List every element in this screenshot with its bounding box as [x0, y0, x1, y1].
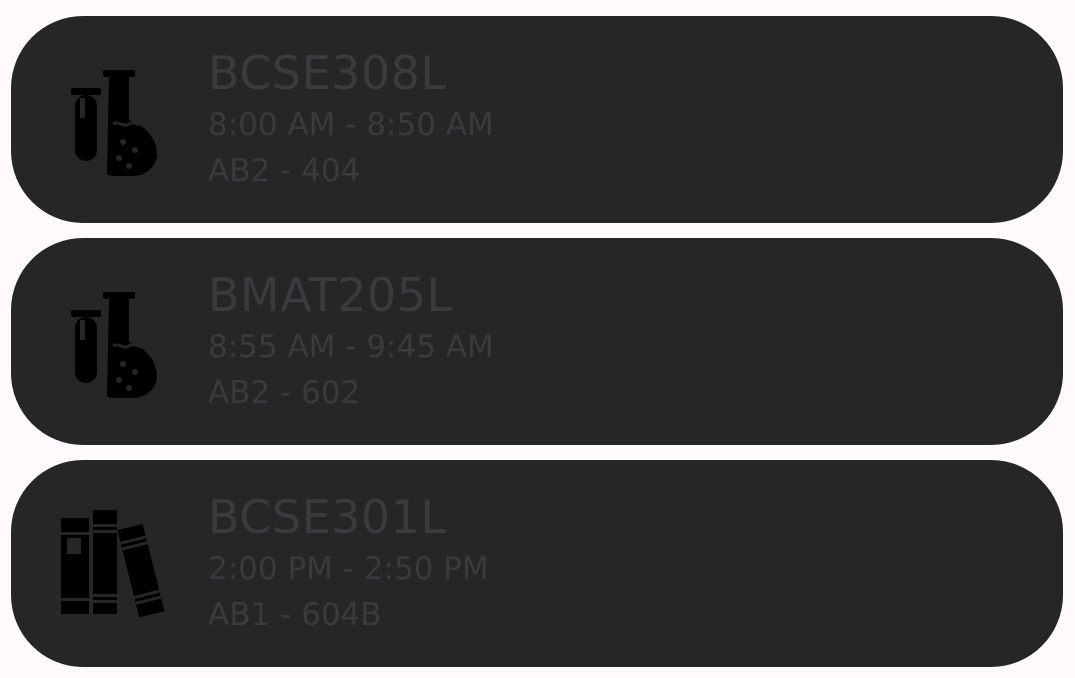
flask-icon: [57, 284, 177, 404]
course-code: BMAT205L: [208, 268, 453, 322]
course-code: BCSE301L: [208, 490, 447, 544]
class-card[interactable]: BCSE301L 2:00 PM - 2:50 PM AB1 - 604B: [11, 460, 1063, 667]
books-icon: [57, 506, 177, 626]
class-venue: AB1 - 604B: [208, 597, 382, 633]
class-venue: AB2 - 404: [208, 153, 361, 189]
course-code: BCSE308L: [208, 46, 447, 100]
class-card[interactable]: BCSE308L 8:00 AM - 8:50 AM AB2 - 404: [11, 16, 1063, 223]
class-details: BCSE301L 2:00 PM - 2:50 PM AB1 - 604B: [208, 488, 489, 638]
class-list: BCSE308L 8:00 AM - 8:50 AM AB2 - 404 BMA…: [0, 0, 1075, 678]
class-details: BCSE308L 8:00 AM - 8:50 AM AB2 - 404: [208, 44, 494, 194]
class-time: 2:00 PM - 2:50 PM: [208, 551, 489, 587]
class-time: 8:55 AM - 9:45 AM: [208, 329, 494, 365]
flask-icon: [57, 62, 177, 182]
class-details: BMAT205L 8:55 AM - 9:45 AM AB2 - 602: [208, 266, 494, 416]
class-time: 8:00 AM - 8:50 AM: [208, 107, 494, 143]
class-venue: AB2 - 602: [208, 375, 361, 411]
class-card[interactable]: BMAT205L 8:55 AM - 9:45 AM AB2 - 602: [11, 238, 1063, 445]
